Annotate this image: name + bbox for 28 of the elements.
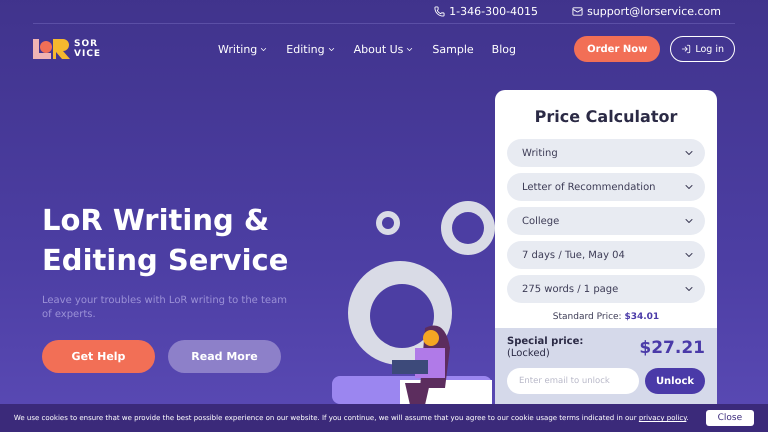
nav-link[interactable]: Blog [492,42,516,56]
mail-icon [572,6,584,17]
unlock-button[interactable]: Unlock [645,368,705,394]
phone-icon [434,6,446,17]
hero-title: LoR Writing & Editing Service [42,202,290,279]
login-button[interactable]: Log in [670,36,735,62]
nav-link[interactable]: Sample [432,42,474,56]
close-button[interactable]: Close [706,410,754,426]
calculator-title: Price Calculator [534,106,678,128]
login-icon [681,44,692,54]
special-price: $27.21 [639,338,705,358]
hero-subtitle: Leave your troubles with LoR writing to the team of experts. [42,294,287,322]
select-field[interactable]: 7 days / Tue, May 04 [507,241,705,269]
email-field[interactable]: Enter email to unlock [507,368,639,394]
select-field[interactable]: 275 words / 1 page [507,275,705,303]
select-field[interactable]: College [507,207,705,235]
logo-text: SOR VICE [74,39,102,59]
standard-price: Standard Price: $34.01 [552,312,660,322]
nav-link[interactable]: Editing [286,42,336,56]
email-address[interactable]: support@lorservice.com [572,5,721,18]
select-field[interactable]: Writing [507,139,705,167]
nav-link[interactable]: Writing [218,42,268,56]
locked-status: (Locked) [507,348,550,359]
nav-link[interactable]: About Us [354,42,414,56]
phone-number[interactable]: 1-346-300-4015 [434,5,538,18]
select-field[interactable]: Letter of Recommendation [507,173,705,201]
logo-icon [33,39,71,59]
special-price-label: Special price: [507,336,584,347]
